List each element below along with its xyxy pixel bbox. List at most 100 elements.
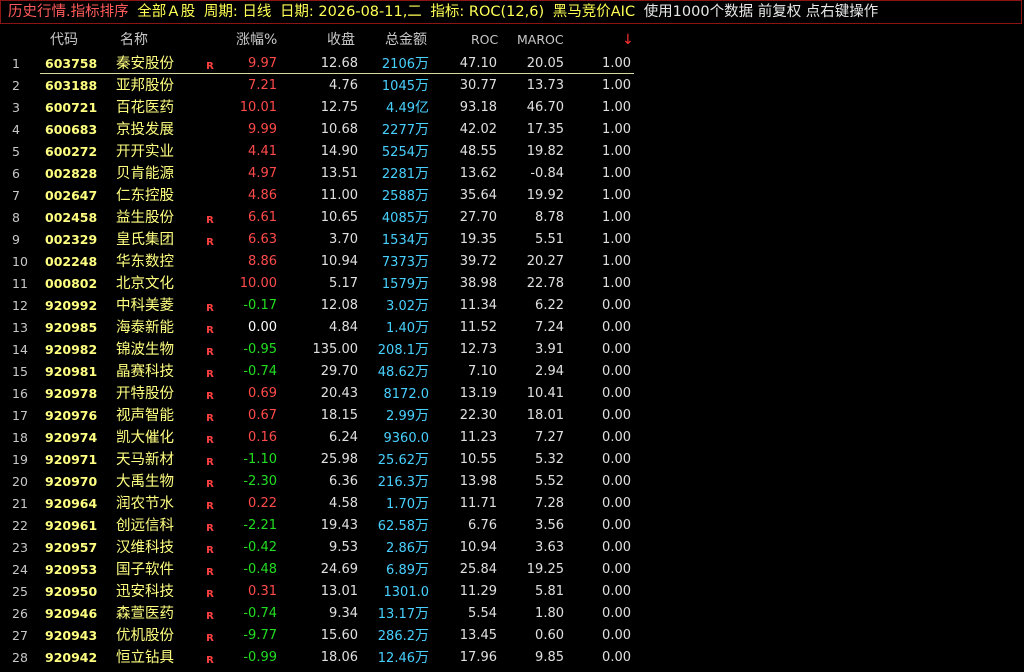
amount-value: 13.17 <box>377 607 415 622</box>
signal-value: 0.00 <box>602 298 631 313</box>
table-row[interactable]: 3 600721 百花医药 10.01 12.75 4.49亿 93.18 46.70 1.00 <box>0 97 1024 119</box>
change-percent: 9.99 <box>248 122 277 137</box>
total-amount: 12.46万 <box>378 647 429 669</box>
table-row[interactable]: 11 000802 北京文化 10.00 5.17 1579万 38.98 22.78 1.00 <box>0 273 1024 295</box>
table-row[interactable]: 15 920981 晶赛科技 R -0.74 29.70 48.62万 7.10 2.94 0.0… <box>0 361 1024 383</box>
total-amount: 2588万 <box>382 185 429 207</box>
data-options-hint: 使用1000个数据 前复权 点右键操作 <box>643 4 879 20</box>
maroc-value: 9.85 <box>535 650 564 665</box>
period-setting[interactable]: 周期: 日线 <box>204 1 272 23</box>
formula-name[interactable]: 黑马竞价AIC <box>553 1 635 23</box>
maroc-value: 5.32 <box>535 452 564 467</box>
table-row[interactable]: 10 002248 华东数控 8.86 10.94 7373万 39.72 20.27 1.00 <box>0 251 1024 273</box>
col-header-roc[interactable]: ROC <box>471 28 498 52</box>
table-row[interactable]: 20 920970 大禹生物 R -2.30 6.36 216.3万 13.98 5.52 0.0… <box>0 471 1024 493</box>
table-row[interactable]: 8 002458 益生股份 R 6.61 10.65 4085万 27.70 8.78 1.00 <box>0 207 1024 229</box>
amount-value: 286.2 <box>377 629 415 644</box>
row-index: 5 <box>12 144 20 159</box>
row-index: 23 <box>12 540 28 555</box>
sort-arrow-icon[interactable]: ↓ <box>622 28 634 52</box>
row-index: 12 <box>12 298 28 313</box>
close-price: 18.06 <box>320 650 358 665</box>
col-header-change[interactable]: 涨幅% <box>236 28 277 52</box>
change-percent: -0.74 <box>243 606 277 621</box>
close-price: 5.17 <box>329 276 358 291</box>
change-percent: 0.22 <box>248 496 277 511</box>
close-price: 6.36 <box>329 474 358 489</box>
amount-value: 12.46 <box>377 651 415 666</box>
table-row[interactable]: 6 002828 贝肯能源 4.97 13.51 2281万 13.62 -0.84 1.00 <box>0 163 1024 185</box>
total-amount: 2.99万 <box>386 405 429 427</box>
signal-value: 0.00 <box>602 606 631 621</box>
table-row[interactable]: 4 600683 京投发展 9.99 10.68 2277万 42.02 17.35 1.00 <box>0 119 1024 141</box>
amount-value: 7373 <box>381 255 415 270</box>
roc-value: 11.23 <box>459 430 497 445</box>
row-index: 6 <box>12 166 20 181</box>
total-amount: 2281万 <box>382 163 429 185</box>
table-row[interactable]: 17 920976 视声智能 R 0.67 18.15 2.99万 22.30 18.01 0.0… <box>0 405 1024 427</box>
table-row[interactable]: 14 920982 锦波生物 R -0.95 135.00 208.1万 12.73 3.91 0… <box>0 339 1024 361</box>
date-setting[interactable]: 日期: 2026-08-11,二 <box>280 1 422 23</box>
row-index: 8 <box>12 210 20 225</box>
table-row[interactable]: 12 920992 中科美菱 R -0.17 12.08 3.02万 11.34 6.22 0.0… <box>0 295 1024 317</box>
table-row[interactable]: 19 920971 天马新材 R -1.10 25.98 25.62万 10.55 5.32 0.… <box>0 449 1024 471</box>
total-amount: 1.40万 <box>386 317 429 339</box>
col-header-maroc[interactable]: MAROC <box>517 28 564 52</box>
change-percent: 6.61 <box>248 210 277 225</box>
table-row[interactable]: 24 920953 国子软件 R -0.48 24.69 6.89万 25.84 19.25 0.… <box>0 559 1024 581</box>
table-row[interactable]: 5 600272 开开实业 4.41 14.90 5254万 48.55 19.82 1.00 <box>0 141 1024 163</box>
row-index: 21 <box>12 496 28 511</box>
amount-value: 3.02 <box>386 299 415 314</box>
total-amount: 1579万 <box>382 273 429 295</box>
stock-name: 国子软件 <box>116 562 174 578</box>
stock-code: 920946 <box>45 606 98 621</box>
col-header-name[interactable]: 名称 <box>120 28 148 52</box>
change-percent: -0.48 <box>243 562 277 577</box>
table-row[interactable]: 23 920957 汉维科技 R -0.42 9.53 2.86万 10.94 3.63 0.00 <box>0 537 1024 559</box>
maroc-value: 22.78 <box>526 276 564 291</box>
table-row[interactable]: 18 920974 凯大催化 R 0.16 6.24 9360.0 11.23 7.27 0.00 <box>0 427 1024 449</box>
col-header-code[interactable]: 代码 <box>50 28 78 52</box>
signal-value: 1.00 <box>602 210 631 225</box>
selected-row-underline <box>40 73 634 74</box>
change-percent: -9.77 <box>243 628 277 643</box>
close-price: 12.68 <box>320 56 358 71</box>
amount-value: 216.3 <box>377 475 415 490</box>
table-row[interactable]: 13 920985 海泰新能 R 0.00 4.84 1.40万 11.52 7.24 0.00 <box>0 317 1024 339</box>
col-header-close[interactable]: 收盘 <box>327 28 355 52</box>
table-row[interactable]: 2 603188 亚邦股份 7.21 4.76 1045万 30.77 13.73 1.00 <box>0 75 1024 97</box>
stock-name: 恒立钻具 <box>116 650 174 666</box>
signal-value: 0.00 <box>602 452 631 467</box>
stock-name: 北京文化 <box>116 276 174 292</box>
table-row[interactable]: 22 920961 创远信科 R -2.21 19.43 62.58万 6.76 3.56 0.0… <box>0 515 1024 537</box>
table-row[interactable]: 21 920964 润农节水 R 0.22 4.58 1.70万 11.71 7.28 0.00 <box>0 493 1024 515</box>
amount-value: 2281 <box>381 167 415 182</box>
row-index: 9 <box>12 232 20 247</box>
table-row[interactable]: 16 920978 开特股份 R 0.69 20.43 8172.0 13.19 10.41 0.… <box>0 383 1024 405</box>
table-row[interactable]: 1 603758 秦安股份 R 9.97 12.68 2106万 47.10 20.05 1.00 <box>0 53 1024 75</box>
amount-unit: 万 <box>415 78 429 94</box>
stock-name: 视声智能 <box>116 408 174 424</box>
stock-code: 920978 <box>45 386 98 401</box>
row-index: 27 <box>12 628 28 643</box>
close-price: 29.70 <box>320 364 358 379</box>
table-row[interactable]: 27 920943 优机股份 R -9.77 15.60 286.2万 13.45 0.60 0.… <box>0 625 1024 647</box>
table-row[interactable]: 25 920950 迅安科技 R 0.31 13.01 1301.0 11.29 5.81 0.0… <box>0 581 1024 603</box>
col-header-amount[interactable]: 总金额 <box>385 28 427 52</box>
table-row[interactable]: 7 002647 仁东控股 4.86 11.00 2588万 35.64 19.92 1.00 <box>0 185 1024 207</box>
market-filter[interactable]: 全部Ａ股 <box>137 1 195 23</box>
signal-value: 0.00 <box>602 540 631 555</box>
total-amount: 1.70万 <box>386 493 429 515</box>
close-price: 20.43 <box>320 386 358 401</box>
stock-code: 920981 <box>45 364 98 379</box>
indicator-setting[interactable]: 指标: ROC(12,6) <box>430 1 544 23</box>
change-percent: 0.67 <box>248 408 277 423</box>
table-row[interactable]: 26 920946 森萱医药 R -0.74 9.34 13.17万 5.54 1.80 0.00 <box>0 603 1024 625</box>
table-row[interactable]: 28 920942 恒立钻具 R -0.99 18.06 12.46万 17.96 9.85 0.… <box>0 647 1024 669</box>
close-price: 25.98 <box>320 452 358 467</box>
row-index: 2 <box>12 78 20 93</box>
module-title[interactable]: 历史行情.指标排序 <box>8 1 129 23</box>
total-amount: 6.89万 <box>386 559 429 581</box>
signal-value: 0.00 <box>602 342 631 357</box>
table-row[interactable]: 9 002329 皇氏集团 R 6.63 3.70 1534万 19.35 5.51 1.00 <box>0 229 1024 251</box>
